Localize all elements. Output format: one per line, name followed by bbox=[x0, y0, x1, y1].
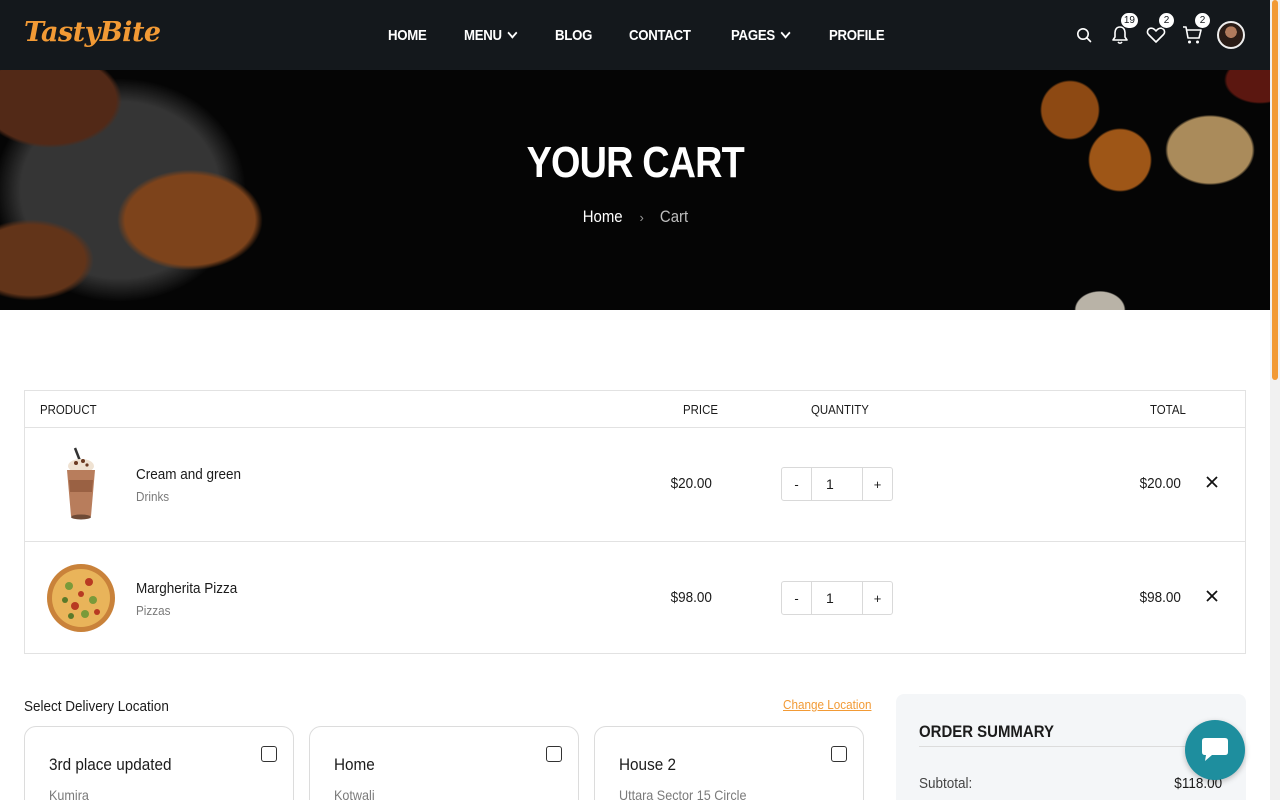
product-name[interactable]: Cream and green bbox=[136, 466, 241, 483]
subtotal-label: Subtotal: bbox=[919, 775, 973, 792]
nav-item-blog[interactable]: BLOG bbox=[555, 27, 592, 44]
location-name: House 2 bbox=[619, 755, 676, 774]
decrease-quantity-button[interactable]: - bbox=[782, 468, 812, 500]
change-location-link[interactable]: Change Location bbox=[783, 697, 871, 712]
delivery-section-title: Select Delivery Location bbox=[24, 698, 169, 715]
breadcrumb: Home › Cart bbox=[0, 207, 1270, 227]
nav-item-label: PAGES bbox=[731, 26, 775, 44]
remove-item-icon[interactable] bbox=[1205, 473, 1219, 491]
notifications-button[interactable]: 19 bbox=[1107, 12, 1139, 48]
top-navigation-bar: TastyBite HOME MENU BLOG CONTACT PAGES P… bbox=[0, 0, 1270, 70]
nav-item-pages[interactable]: PAGES bbox=[731, 26, 791, 44]
order-summary-title: ORDER SUMMARY bbox=[919, 722, 1054, 741]
quantity-input[interactable] bbox=[812, 582, 862, 614]
increase-quantity-button[interactable]: + bbox=[862, 582, 892, 614]
quantity-stepper: - + bbox=[781, 581, 893, 615]
product-price: $20.00 bbox=[670, 475, 712, 492]
cart-count-badge: 2 bbox=[1194, 12, 1211, 29]
delivery-location-card[interactable]: 3rd place updated Kumira bbox=[24, 726, 294, 800]
user-avatar[interactable] bbox=[1217, 21, 1245, 49]
breadcrumb-home-link[interactable]: Home bbox=[583, 207, 623, 227]
page-hero-banner: YOUR CART Home › Cart bbox=[0, 70, 1270, 310]
page-title: YOUR CART bbox=[0, 138, 1270, 188]
nav-item-label: HOME bbox=[388, 26, 427, 44]
location-address: Uttara Sector 15 Circle bbox=[619, 787, 747, 800]
wishlist-button[interactable]: 2 bbox=[1143, 12, 1175, 48]
scrollbar-thumb[interactable] bbox=[1272, 0, 1278, 380]
line-total: $98.00 bbox=[1139, 589, 1181, 606]
location-address: Kotwali bbox=[334, 787, 375, 800]
quantity-input[interactable] bbox=[812, 468, 862, 500]
milkshake-product-image bbox=[67, 447, 95, 520]
location-name: Home bbox=[334, 755, 375, 774]
chevron-down-icon bbox=[780, 26, 791, 39]
nav-item-label: MENU bbox=[463, 26, 502, 44]
divider bbox=[919, 746, 1223, 747]
column-header-total: TOTAL bbox=[1150, 402, 1186, 417]
delivery-location-card[interactable]: Home Kotwali bbox=[309, 726, 579, 800]
location-address: Kumira bbox=[49, 787, 89, 800]
nav-item-contact[interactable]: CONTACT bbox=[629, 27, 691, 44]
line-total: $20.00 bbox=[1139, 475, 1181, 492]
page-scrollbar[interactable] bbox=[1270, 0, 1280, 800]
nav-item-label: PROFILE bbox=[828, 26, 885, 44]
delivery-location-card[interactable]: House 2 Uttara Sector 15 Circle bbox=[594, 726, 864, 800]
product-category: Pizzas bbox=[136, 603, 171, 618]
notifications-count-badge: 19 bbox=[1119, 12, 1139, 29]
cart-table-header: PRODUCT PRICE QUANTITY TOTAL bbox=[25, 391, 1245, 428]
heart-icon bbox=[1146, 27, 1166, 43]
column-header-product: PRODUCT bbox=[40, 402, 97, 417]
chevron-down-icon bbox=[507, 26, 518, 39]
location-checkbox[interactable] bbox=[831, 746, 847, 762]
product-price: $98.00 bbox=[670, 589, 712, 606]
page-title-text: YOUR CART bbox=[526, 138, 744, 187]
pizza-background-image bbox=[0, 70, 320, 310]
wishlist-count-badge: 2 bbox=[1158, 12, 1175, 29]
cart-row: Cream and green Drinks $20.00 - + $20.00 bbox=[25, 428, 1245, 541]
search-icon bbox=[1077, 28, 1092, 43]
chevron-right-icon: › bbox=[639, 209, 644, 225]
main-nav: HOME MENU BLOG CONTACT PAGES PROFILE bbox=[388, 0, 924, 70]
live-chat-button[interactable] bbox=[1185, 720, 1245, 780]
decrease-quantity-button[interactable]: - bbox=[782, 582, 812, 614]
quantity-stepper: - + bbox=[781, 467, 893, 501]
nav-item-profile[interactable]: PROFILE bbox=[828, 26, 885, 44]
location-checkbox[interactable] bbox=[546, 746, 562, 762]
nav-item-label: CONTACT bbox=[628, 26, 691, 44]
nav-item-menu[interactable]: MENU bbox=[463, 26, 518, 44]
product-category: Drinks bbox=[136, 489, 170, 504]
cart-button[interactable]: 2 bbox=[1179, 12, 1211, 48]
column-header-price: PRICE bbox=[683, 402, 718, 417]
nav-item-label: BLOG bbox=[554, 26, 592, 44]
increase-quantity-button[interactable]: + bbox=[862, 468, 892, 500]
location-name: 3rd place updated bbox=[49, 755, 172, 774]
breadcrumb-current: Cart bbox=[659, 207, 688, 226]
ingredients-background-image bbox=[980, 70, 1270, 310]
nav-item-home[interactable]: HOME bbox=[388, 27, 427, 44]
search-button[interactable] bbox=[1071, 22, 1097, 48]
cart-table: PRODUCT PRICE QUANTITY TOTAL Cream and g… bbox=[24, 390, 1246, 654]
pizza-product-image bbox=[47, 564, 115, 632]
brand-logo[interactable]: TastyBite bbox=[24, 17, 161, 48]
column-header-quantity: QUANTITY bbox=[811, 402, 869, 417]
cart-row: Margherita Pizza Pizzas $98.00 - + $98.0… bbox=[25, 541, 1245, 654]
remove-item-icon[interactable] bbox=[1205, 587, 1219, 605]
header-actions: 19 2 2 bbox=[1061, 0, 1245, 70]
chat-bubble-icon bbox=[1202, 738, 1228, 761]
product-name[interactable]: Margherita Pizza bbox=[136, 580, 237, 597]
location-checkbox[interactable] bbox=[261, 746, 277, 762]
